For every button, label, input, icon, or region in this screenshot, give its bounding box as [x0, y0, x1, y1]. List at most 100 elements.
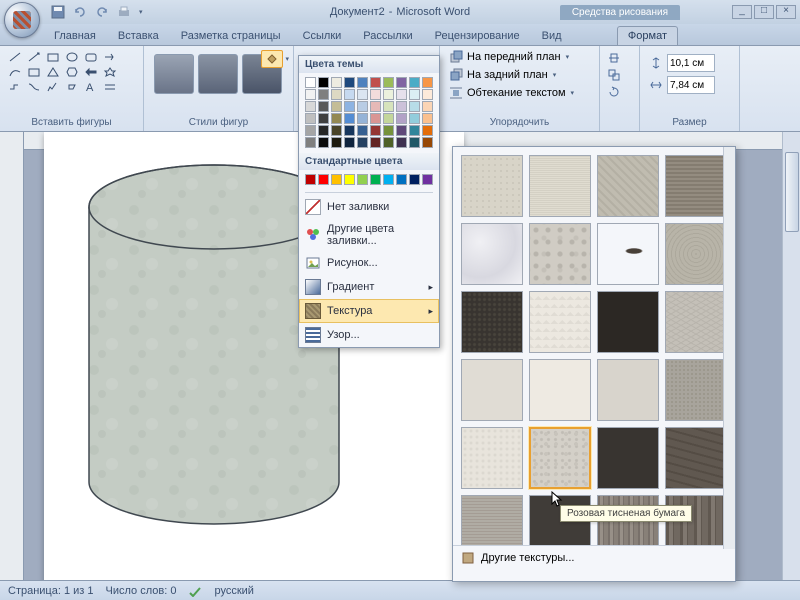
color-swatch[interactable]	[409, 125, 420, 136]
color-swatch[interactable]	[318, 101, 329, 112]
vertical-scrollbar[interactable]	[782, 132, 800, 580]
color-swatch[interactable]	[396, 113, 407, 124]
texture-swatch[interactable]	[665, 223, 727, 285]
no-fill-item[interactable]: Нет заливки	[299, 195, 439, 219]
texture-swatch[interactable]	[461, 495, 523, 545]
send-to-back-button[interactable]: На задний план▾	[444, 66, 595, 84]
texture-swatch[interactable]	[529, 155, 591, 217]
color-swatch[interactable]	[383, 174, 394, 185]
color-swatch[interactable]	[396, 125, 407, 136]
color-swatch[interactable]	[318, 174, 329, 185]
maximize-button[interactable]: □	[754, 5, 774, 19]
color-swatch[interactable]	[370, 137, 381, 148]
color-swatch[interactable]	[305, 89, 316, 100]
texture-swatch[interactable]	[597, 155, 659, 217]
color-swatch[interactable]	[422, 125, 433, 136]
color-swatch[interactable]	[409, 101, 420, 112]
tab-insert[interactable]: Вставка	[108, 27, 169, 45]
redo-icon[interactable]	[94, 4, 110, 20]
chevron-down-icon[interactable]: ▾	[285, 55, 289, 63]
color-swatch[interactable]	[331, 113, 342, 124]
color-swatch[interactable]	[305, 113, 316, 124]
group-icon[interactable]	[607, 68, 621, 82]
color-swatch[interactable]	[318, 77, 329, 88]
color-swatch[interactable]	[422, 174, 433, 185]
color-swatch[interactable]	[331, 125, 342, 136]
status-page[interactable]: Страница: 1 из 1	[8, 585, 94, 597]
color-swatch[interactable]	[344, 77, 355, 88]
texture-swatch[interactable]	[461, 427, 523, 489]
texture-swatch[interactable]	[529, 427, 591, 489]
texture-fill-item[interactable]: Текстура▸	[299, 299, 439, 323]
office-button[interactable]	[4, 2, 40, 38]
texture-swatch[interactable]	[597, 223, 659, 285]
color-swatch[interactable]	[409, 113, 420, 124]
color-swatch[interactable]	[422, 137, 433, 148]
color-swatch[interactable]	[357, 101, 368, 112]
color-swatch[interactable]	[383, 125, 394, 136]
color-swatch[interactable]	[396, 137, 407, 148]
color-swatch[interactable]	[396, 89, 407, 100]
shape-fill-button[interactable]	[261, 50, 283, 68]
color-swatch[interactable]	[370, 113, 381, 124]
tab-page-layout[interactable]: Разметка страницы	[171, 27, 291, 45]
tab-review[interactable]: Рецензирование	[425, 27, 530, 45]
shapes-gallery[interactable]: A	[4, 48, 139, 96]
texture-swatch[interactable]	[665, 359, 727, 421]
color-swatch[interactable]	[344, 137, 355, 148]
color-swatch[interactable]	[383, 77, 394, 88]
color-swatch[interactable]	[344, 174, 355, 185]
tab-format[interactable]: Формат	[617, 26, 678, 45]
color-swatch[interactable]	[383, 137, 394, 148]
color-swatch[interactable]	[305, 137, 316, 148]
color-swatch[interactable]	[357, 174, 368, 185]
color-swatch[interactable]	[357, 137, 368, 148]
vertical-ruler[interactable]	[0, 132, 24, 580]
texture-swatch[interactable]	[461, 291, 523, 353]
shape-height-input[interactable]	[667, 54, 715, 72]
texture-swatch[interactable]	[597, 427, 659, 489]
color-swatch[interactable]	[318, 89, 329, 100]
spellcheck-icon[interactable]	[188, 585, 202, 597]
color-swatch[interactable]	[344, 125, 355, 136]
color-swatch[interactable]	[370, 174, 381, 185]
color-swatch[interactable]	[357, 89, 368, 100]
color-swatch[interactable]	[331, 77, 342, 88]
color-swatch[interactable]	[331, 101, 342, 112]
texture-scrollbar[interactable]	[723, 147, 735, 549]
color-swatch[interactable]	[357, 125, 368, 136]
color-swatch[interactable]	[344, 89, 355, 100]
picture-fill-item[interactable]: Рисунок...	[299, 251, 439, 275]
bring-to-front-button[interactable]: На передний план▾	[444, 48, 595, 66]
minimize-button[interactable]: _	[732, 5, 752, 19]
texture-swatch[interactable]	[461, 359, 523, 421]
status-words[interactable]: Число слов: 0	[106, 585, 177, 597]
texture-swatch[interactable]	[529, 291, 591, 353]
color-swatch[interactable]	[396, 174, 407, 185]
texture-swatch[interactable]	[461, 223, 523, 285]
color-swatch[interactable]	[331, 137, 342, 148]
color-swatch[interactable]	[344, 101, 355, 112]
tab-view[interactable]: Вид	[532, 27, 572, 45]
color-swatch[interactable]	[409, 137, 420, 148]
color-swatch[interactable]	[383, 89, 394, 100]
gradient-fill-item[interactable]: Градиент▸	[299, 275, 439, 299]
color-swatch[interactable]	[396, 77, 407, 88]
texture-swatch[interactable]	[529, 223, 591, 285]
color-swatch[interactable]	[305, 101, 316, 112]
texture-swatch[interactable]	[597, 291, 659, 353]
color-swatch[interactable]	[422, 89, 433, 100]
texture-swatch[interactable]	[597, 359, 659, 421]
color-swatch[interactable]	[409, 174, 420, 185]
texture-swatch[interactable]	[665, 155, 727, 217]
save-icon[interactable]	[50, 4, 66, 20]
tab-home[interactable]: Главная	[44, 27, 106, 45]
color-swatch[interactable]	[357, 77, 368, 88]
color-swatch[interactable]	[370, 77, 381, 88]
color-swatch[interactable]	[383, 113, 394, 124]
color-swatch[interactable]	[305, 77, 316, 88]
color-swatch[interactable]	[318, 137, 329, 148]
text-wrap-button[interactable]: Обтекание текстом▾	[444, 84, 595, 102]
color-swatch[interactable]	[409, 77, 420, 88]
texture-swatch[interactable]	[665, 427, 727, 489]
